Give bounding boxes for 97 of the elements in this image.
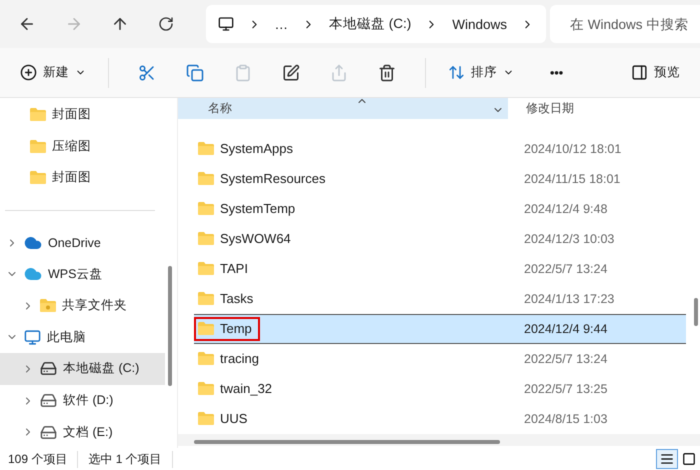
square-icon xyxy=(682,452,696,466)
folder-label: 压缩图 xyxy=(52,138,91,155)
cut-icon xyxy=(138,64,156,82)
file-row[interactable]: twain_32 2022/5/7 13:25 xyxy=(194,374,686,404)
more-button[interactable]: ••• xyxy=(542,56,572,90)
scrollbar-thumb[interactable] xyxy=(694,298,698,326)
date-cell: 2024/1/13 17:23 xyxy=(524,292,614,306)
file-row[interactable]: SystemResources 2024/11/15 18:01 xyxy=(194,164,686,194)
folder-icon xyxy=(198,142,214,156)
tree-item[interactable]: 软件 (D:) xyxy=(0,384,165,416)
file-name: SystemResources xyxy=(220,171,326,186)
trash-icon xyxy=(378,64,396,82)
tree-label: WPS云盘 xyxy=(48,266,102,283)
tree-label: 此电脑 xyxy=(47,328,86,346)
file-row[interactable]: UUS 2024/8/15 1:03 xyxy=(194,404,686,434)
new-button[interactable]: 新建 xyxy=(12,56,94,90)
date-cell: 2024/12/3 10:03 xyxy=(524,232,614,246)
sort-icon xyxy=(448,64,465,81)
tree-label: 文档 (E:) xyxy=(63,424,113,441)
folder-icon xyxy=(30,108,46,122)
file-row[interactable]: Tasks 2024/1/13 17:23 xyxy=(194,284,686,314)
tree-item[interactable]: 文档 (E:) xyxy=(0,416,165,448)
folder-icon xyxy=(198,382,214,396)
preview-button[interactable]: 预览 xyxy=(623,56,688,90)
paste-icon xyxy=(234,64,252,82)
selection-count: 选中 1 个项目 xyxy=(88,450,173,468)
folder-icon xyxy=(30,171,46,184)
file-row[interactable]: TAPI 2022/5/7 13:24 xyxy=(194,254,686,284)
folder-icon xyxy=(198,412,214,426)
date-cell: 2024/10/12 18:01 xyxy=(524,142,622,156)
monitor-icon xyxy=(24,328,41,346)
breadcrumb-item[interactable]: Windows xyxy=(452,16,508,32)
drive-icon xyxy=(40,360,57,378)
folder-icon xyxy=(30,140,46,153)
search-field[interactable]: 在 Windows 中搜索 xyxy=(550,5,700,43)
tree-item[interactable]: 共享文件夹 xyxy=(0,290,165,322)
file-name: SystemTemp xyxy=(220,201,296,216)
refresh-icon xyxy=(158,16,174,32)
folder-icon xyxy=(198,262,214,276)
folder-icon xyxy=(198,322,214,336)
date-cell: 2022/5/7 13:24 xyxy=(524,352,608,366)
drive-icon xyxy=(40,424,57,441)
file-row[interactable]: SystemTemp 2024/12/4 9:48 xyxy=(194,194,686,224)
file-name: twain_32 xyxy=(220,381,272,396)
plus-icon xyxy=(20,64,37,81)
date-cell: 2024/11/15 18:01 xyxy=(524,172,620,186)
file-name: tracing xyxy=(220,351,260,366)
quick-access-item[interactable]: 封面图 xyxy=(0,99,165,131)
monitor-icon xyxy=(218,16,234,32)
date-cell: 2022/5/7 13:24 xyxy=(524,262,608,276)
tree-item[interactable]: 此电脑 xyxy=(0,322,165,354)
date-cell: 2024/8/15 1:03 xyxy=(524,412,608,426)
folder-icon xyxy=(198,172,214,186)
folder-icon xyxy=(198,292,214,306)
item-count: 109 个项目 xyxy=(8,450,78,468)
list-icon xyxy=(660,452,674,466)
details-view-button[interactable] xyxy=(656,449,678,469)
copy-icon xyxy=(186,64,204,82)
breadcrumb-item[interactable]: 本地磁盘 (C:) xyxy=(329,15,412,33)
column-header[interactable]: 名称 xyxy=(178,98,508,119)
rename-icon xyxy=(282,64,300,82)
sort-button[interactable]: 排序 xyxy=(440,56,522,90)
quick-access-item[interactable]: 压缩图 xyxy=(0,130,165,162)
tree-label: 本地磁盘 (C:) xyxy=(63,360,140,378)
file-row[interactable]: SysWOW64 2024/12/3 10:03 xyxy=(194,224,686,254)
horizontal-scrollbar[interactable] xyxy=(178,434,700,446)
folder-icon xyxy=(198,352,214,366)
file-name: Temp xyxy=(220,321,252,336)
tree-item[interactable]: OneDrive xyxy=(0,226,165,258)
folder-label: 封面图 xyxy=(52,169,91,186)
folder-label: 封面图 xyxy=(52,106,91,124)
address-bar[interactable]: … 本地磁盘 (C:) Windows xyxy=(206,5,546,43)
shared-folder-icon xyxy=(40,299,56,312)
folder-icon xyxy=(198,202,214,216)
file-row[interactable]: Temp 2024/12/4 9:44 xyxy=(194,314,686,344)
file-row[interactable]: SystemApps 2024/10/12 18:01 xyxy=(194,134,686,164)
tree-label: OneDrive xyxy=(48,236,101,250)
tree-label: 软件 (D:) xyxy=(63,392,114,410)
file-name: TAPI xyxy=(220,261,248,276)
share-icon xyxy=(330,64,348,82)
folder-icon xyxy=(198,232,214,246)
file-name: SysWOW64 xyxy=(220,231,291,246)
date-cell: 2024/12/4 9:44 xyxy=(524,322,608,336)
file-row[interactable]: tracing 2022/5/7 13:24 xyxy=(194,344,686,374)
date-cell: 2024/12/4 9:48 xyxy=(524,202,608,216)
scrollbar-thumb[interactable] xyxy=(168,266,172,386)
file-name: Tasks xyxy=(220,291,254,306)
tree-item[interactable]: WPS云盘 xyxy=(0,258,165,290)
file-name: SystemApps xyxy=(220,141,293,156)
tree-item[interactable]: 本地磁盘 (C:) xyxy=(0,353,165,385)
quick-access-item[interactable]: 封面图 xyxy=(0,162,165,194)
tree-label: 共享文件夹 xyxy=(62,297,127,314)
preview-pane-icon xyxy=(631,64,648,81)
file-name: UUS xyxy=(220,411,248,426)
drive-icon xyxy=(40,392,57,410)
breadcrumb-item[interactable]: … xyxy=(274,16,288,32)
date-cell: 2022/5/7 13:25 xyxy=(524,382,608,396)
